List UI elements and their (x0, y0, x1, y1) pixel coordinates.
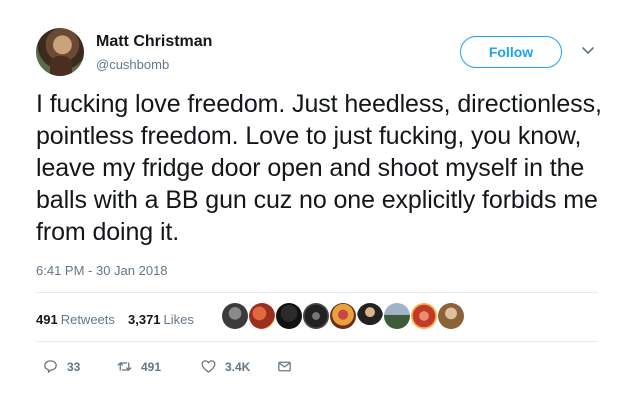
liker-avatar[interactable] (249, 303, 275, 329)
likes-label: Likes (163, 312, 194, 327)
divider (36, 341, 598, 342)
divider (36, 292, 598, 293)
follow-button[interactable]: Follow (460, 36, 562, 68)
like-count: 3.4K (225, 359, 251, 374)
user-handle[interactable]: @cushbomb (96, 57, 169, 72)
liker-avatar[interactable] (303, 303, 329, 329)
retweet-icon (117, 362, 132, 371)
retweets-count: 491 (36, 312, 58, 327)
retweet-count: 491 (141, 359, 162, 374)
retweets-label: Retweets (60, 312, 115, 327)
liker-avatar[interactable] (330, 303, 356, 329)
timestamp[interactable]: 6:41 PM - 30 Jan 2018 (36, 263, 168, 278)
tweet-text: I fucking love freedom. Just heedless, d… (36, 90, 602, 246)
reply-icon (44, 360, 57, 373)
likes-count: 3,371 (128, 312, 161, 327)
avatar[interactable] (36, 28, 84, 76)
direct-message-button[interactable] (276, 358, 301, 375)
like-button[interactable]: 3.4K (200, 358, 250, 375)
reply-button[interactable]: 33 (42, 358, 80, 375)
liker-avatar[interactable] (411, 303, 437, 329)
tweet-card: Matt Christman @cushbomb Follow I fuckin… (0, 0, 635, 401)
chevron-down-icon[interactable] (580, 42, 596, 58)
liker-avatar[interactable] (276, 303, 302, 329)
liker-avatar[interactable] (384, 303, 410, 329)
retweets-stat[interactable]: 491 Retweets (36, 311, 115, 329)
display-name[interactable]: Matt Christman (96, 33, 212, 51)
liker-avatar[interactable] (357, 303, 383, 329)
envelope-icon (278, 361, 291, 372)
heart-icon (201, 360, 216, 373)
retweet-button[interactable]: 491 (116, 358, 161, 375)
liker-avatar[interactable] (222, 303, 248, 329)
reply-count: 33 (67, 359, 81, 374)
liker-avatar[interactable] (438, 303, 464, 329)
likes-stat[interactable]: 3,371 Likes (128, 311, 194, 329)
